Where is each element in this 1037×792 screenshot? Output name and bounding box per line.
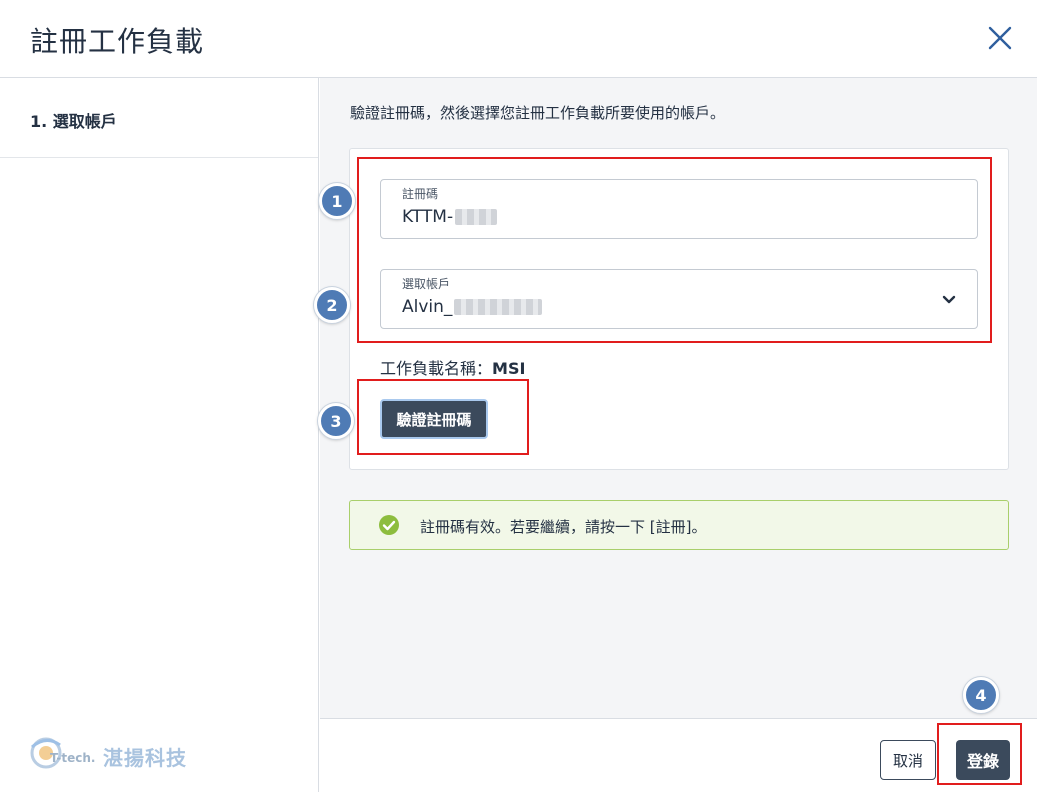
registration-code-label: 註冊碼 [402,187,439,201]
annotation-badge-3: 3 [318,403,354,439]
account-select[interactable]: 選取帳戶 Alvin_ [380,269,978,329]
sidebar-step-select-account[interactable]: 1. 選取帳戶 [0,78,318,158]
workload-name-label: 工作負載名稱： [380,359,493,378]
logo-brand-zh: 湛揚科技 [103,746,187,770]
check-circle-icon [379,515,399,535]
workload-name-value: MSI [492,359,526,378]
registration-code-value: KTTM- [402,207,498,227]
ttech-logo: T-tech. 湛揚科技 [28,733,208,773]
workload-name: 工作負載名稱：MSI [380,355,525,379]
wizard-sidebar: 1. 選取帳戶 T-tech. 湛揚科技 [0,78,319,792]
main-content: 驗證註冊碼，然後選擇您註冊工作負載所要使用的帳戶。 註冊碼 KTTM- 選取帳戶… [320,78,1037,718]
alert-message: 註冊碼有效。若要繼續，請按一下 [註冊]。 [420,518,707,536]
logo-brand-en: T-tech. [50,751,96,765]
annotation-badge-1: 1 [319,183,355,219]
cancel-button[interactable]: 取消 [880,740,936,780]
register-button[interactable]: 登錄 [956,740,1010,780]
redacted-text [455,209,498,225]
close-icon[interactable] [984,22,1016,54]
sidebar-step-label: 1. 選取帳戶 [30,112,117,131]
account-select-label: 選取帳戶 [402,277,451,291]
annotation-badge-4: 4 [963,677,999,713]
intro-text: 驗證註冊碼，然後選擇您註冊工作負載所要使用的帳戶。 [350,104,726,122]
account-select-value: Alvin_ [402,297,543,317]
registration-code-field[interactable]: 註冊碼 KTTM- [380,179,978,239]
redacted-text [454,299,543,315]
annotation-badge-2: 2 [314,287,350,323]
register-workload-dialog: 註冊工作負載 1. 選取帳戶 T-tech. 湛揚科技 驗證註冊碼，然後選擇您註… [0,0,1037,792]
success-alert: 註冊碼有效。若要繼續，請按一下 [註冊]。 [349,500,1009,550]
dialog-footer: 取消 登錄 [320,718,1037,792]
registration-card: 註冊碼 KTTM- 選取帳戶 Alvin_ 工作負載名稱：MSI 驗證註冊碼 [349,148,1009,470]
chevron-down-icon[interactable] [939,289,959,309]
dialog-title: 註冊工作負載 [30,25,205,58]
verify-code-button[interactable]: 驗證註冊碼 [380,399,488,439]
dialog-header: 註冊工作負載 [0,0,1037,78]
